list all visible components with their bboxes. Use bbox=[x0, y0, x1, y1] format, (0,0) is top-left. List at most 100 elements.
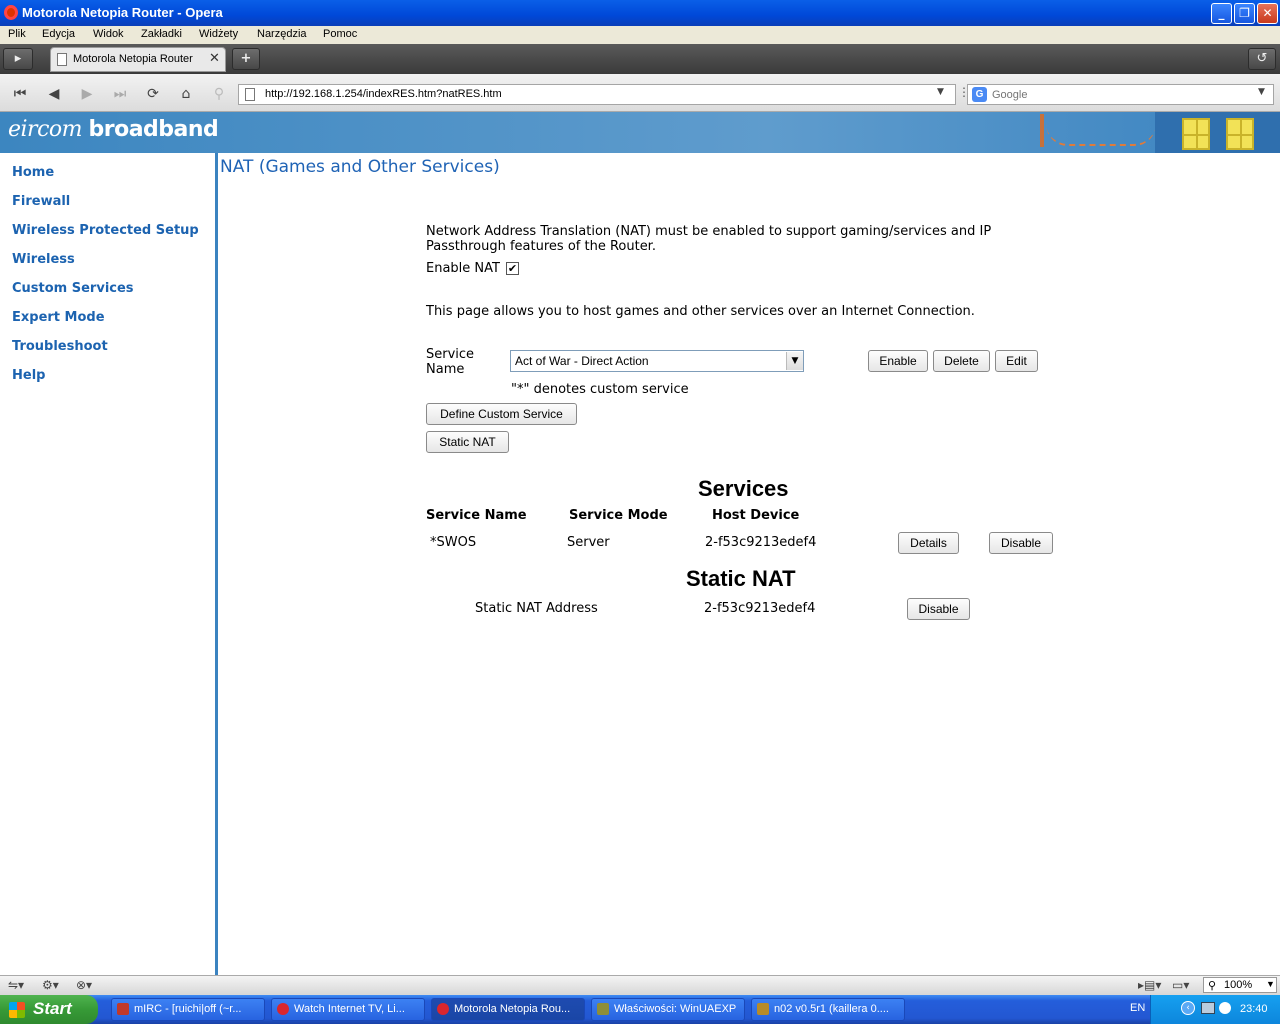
enable-nat-checkbox[interactable]: ✔ bbox=[506, 262, 519, 275]
disable-service-button[interactable]: Disable bbox=[989, 532, 1053, 554]
taskbar-item-mirc[interactable]: mIRC - [ruichi|off (~r... bbox=[111, 998, 265, 1021]
sidebar-item-home[interactable]: Home bbox=[12, 165, 54, 180]
maximize-button[interactable]: ❐ bbox=[1234, 3, 1255, 24]
window-icon bbox=[1226, 118, 1254, 150]
back-icon[interactable]: ◀ bbox=[42, 82, 66, 106]
network-icon[interactable]: ⚙▾ bbox=[42, 978, 59, 992]
close-button[interactable]: ✕ bbox=[1257, 3, 1278, 24]
window-title: Motorola Netopia Router - Opera bbox=[22, 5, 223, 20]
opera-logo-icon bbox=[4, 5, 18, 20]
static-nat-host: 2-f53c9213edef4 bbox=[704, 601, 816, 616]
window-title-bar: Motorola Netopia Router - Opera _ ❐ ✕ bbox=[0, 0, 1280, 26]
service-select[interactable]: Act of War - Direct Action ▼ bbox=[510, 350, 804, 372]
reload-icon[interactable]: ⟳ bbox=[141, 82, 165, 106]
rewind-icon[interactable]: ⏮ bbox=[8, 82, 32, 106]
view-icon[interactable]: ▭▾ bbox=[1172, 978, 1189, 992]
menu-widgets[interactable]: Widżety bbox=[199, 28, 238, 40]
page-icon bbox=[245, 88, 255, 101]
sidebar-item-wireless[interactable]: Wireless bbox=[12, 252, 75, 267]
menu-edit[interactable]: Edycja bbox=[42, 28, 75, 40]
start-button[interactable]: Start bbox=[0, 995, 98, 1024]
menu-file[interactable]: Plik bbox=[8, 28, 26, 40]
fast-forward-icon[interactable]: ⏭ bbox=[108, 82, 132, 106]
page-title: NAT (Games and Other Services) bbox=[220, 157, 500, 177]
column-host-device: Host Device bbox=[712, 508, 800, 523]
sidebar-item-firewall[interactable]: Firewall bbox=[12, 194, 70, 209]
taskbar-item-winuae[interactable]: Właściwości: WinUAEXP bbox=[591, 998, 745, 1021]
host-device-cell: 2-f53c9213edef4 bbox=[705, 535, 817, 550]
network-icon[interactable] bbox=[1201, 1002, 1215, 1014]
house-icon bbox=[1155, 112, 1280, 153]
taskbar-item-label: Watch Internet TV, Li... bbox=[294, 1003, 405, 1015]
zoom-control[interactable]: ⚲ 100% ▼ bbox=[1203, 977, 1277, 993]
language-indicator[interactable]: EN bbox=[1130, 1002, 1145, 1014]
properties-icon bbox=[597, 1003, 609, 1015]
unite-icon[interactable]: ⊗▾ bbox=[76, 978, 92, 992]
status-bar: ⇋▾ ⚙▾ ⊗▾ ▸▤▾ ▭▾ bbox=[0, 975, 1280, 995]
service-select-value: Act of War - Direct Action bbox=[515, 354, 649, 368]
menu-bookmarks[interactable]: Zakładki bbox=[141, 28, 182, 40]
sidebar-item-custom-services[interactable]: Custom Services bbox=[12, 281, 134, 296]
tray-app-icon[interactable] bbox=[1219, 1002, 1231, 1014]
menu-view[interactable]: Widok bbox=[93, 28, 124, 40]
sidebar bbox=[0, 153, 218, 975]
enable-button[interactable]: Enable bbox=[868, 350, 928, 372]
kaillera-icon bbox=[757, 1003, 769, 1015]
delete-button[interactable]: Delete bbox=[933, 350, 990, 372]
forward-icon[interactable]: ▶ bbox=[75, 82, 99, 106]
taskbar-item-opera-router[interactable]: Motorola Netopia Rou... bbox=[431, 998, 585, 1021]
search-input[interactable] bbox=[992, 87, 1252, 102]
static-nat-button[interactable]: Static NAT bbox=[426, 431, 509, 453]
zoom-dropdown-icon[interactable]: ▼ bbox=[1266, 979, 1275, 989]
sidebar-item-troubleshoot[interactable]: Troubleshoot bbox=[12, 339, 108, 354]
page-icon bbox=[57, 53, 67, 66]
pole-icon bbox=[1040, 114, 1044, 147]
mirc-icon bbox=[117, 1003, 129, 1015]
wire-icon bbox=[1046, 124, 1156, 146]
tab-close-icon[interactable]: ✕ bbox=[209, 51, 220, 66]
services-heading: Services bbox=[698, 476, 789, 501]
static-nat-address-label: Static NAT Address bbox=[475, 601, 598, 616]
taskbar-item-n02[interactable]: n02 v0.5r1 (kaillera 0.... bbox=[751, 998, 905, 1021]
column-service-name: Service Name bbox=[426, 508, 527, 523]
page-controls-icon[interactable]: ▸▤▾ bbox=[1138, 978, 1161, 992]
menu-help[interactable]: Pomoc bbox=[323, 28, 357, 40]
sidebar-item-wps[interactable]: Wireless Protected Setup bbox=[12, 223, 199, 238]
wand-icon[interactable]: ⚲ bbox=[207, 82, 231, 106]
edit-button[interactable]: Edit bbox=[995, 350, 1038, 372]
static-nat-heading: Static NAT bbox=[686, 566, 796, 591]
search-box[interactable]: G ▼ bbox=[967, 84, 1274, 105]
sidebar-item-help[interactable]: Help bbox=[12, 368, 45, 383]
chevron-left-icon[interactable]: ‹ bbox=[1181, 1001, 1195, 1015]
new-tab-icon[interactable]: + bbox=[232, 48, 260, 70]
address-bar[interactable]: http://192.168.1.254/indexRES.htm?natRES… bbox=[238, 84, 956, 105]
service-mode-cell: Server bbox=[567, 535, 610, 550]
window-icon bbox=[1182, 118, 1210, 150]
host-info-text: This page allows you to host games and o… bbox=[426, 304, 975, 319]
nat-info-line2: Passthrough features of the Router. bbox=[426, 239, 656, 254]
search-dropdown-icon[interactable]: ▼ bbox=[1258, 87, 1265, 97]
define-custom-service-button[interactable]: Define Custom Service bbox=[426, 403, 577, 425]
clock: 23:40 bbox=[1240, 1003, 1268, 1015]
brand-logo-part2: broadband bbox=[88, 117, 219, 142]
custom-service-note: "*" denotes custom service bbox=[511, 382, 689, 397]
tab-active[interactable]: Motorola Netopia Router ✕ bbox=[50, 47, 226, 72]
address-url: http://192.168.1.254/indexRES.htm?natRES… bbox=[265, 88, 502, 100]
panel-toggle-icon[interactable]: ▸ bbox=[3, 48, 33, 70]
start-label: Start bbox=[33, 999, 72, 1018]
taskbar-item-label: mIRC - [ruichi|off (~r... bbox=[134, 1003, 242, 1015]
menu-tools[interactable]: Narzędzia bbox=[257, 28, 307, 40]
service-name-label: Service bbox=[426, 347, 475, 362]
details-button[interactable]: Details bbox=[898, 532, 959, 554]
tools-icon[interactable]: ⇋▾ bbox=[8, 978, 24, 992]
minimize-button[interactable]: _ bbox=[1211, 3, 1232, 24]
closed-tabs-icon[interactable]: ↺ bbox=[1248, 48, 1276, 70]
taskbar-item-opera-tv[interactable]: Watch Internet TV, Li... bbox=[271, 998, 425, 1021]
address-dropdown-icon[interactable]: ▼ bbox=[937, 87, 944, 97]
brand-logo: eircom broadband bbox=[8, 117, 219, 142]
chevron-down-icon[interactable]: ▼ bbox=[786, 352, 803, 370]
disable-static-nat-button[interactable]: Disable bbox=[907, 598, 970, 620]
sidebar-item-expert-mode[interactable]: Expert Mode bbox=[12, 310, 105, 325]
tab-title: Motorola Netopia Router bbox=[73, 53, 193, 65]
home-icon[interactable]: ⌂ bbox=[174, 82, 198, 106]
